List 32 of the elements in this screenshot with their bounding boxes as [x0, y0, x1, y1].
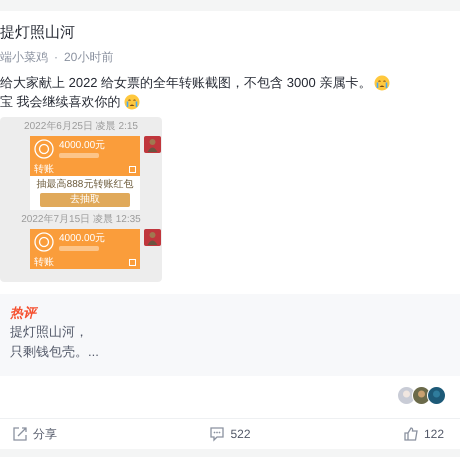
transfer-label: 转账: [34, 257, 54, 268]
comment-text: 提灯照山河，: [10, 323, 88, 341]
hot-comment-label: 热评: [10, 305, 36, 320]
like-button[interactable]: 122: [402, 426, 444, 442]
post-text: 给大家献上 2022 给女票的全年转账截图，不包含 3000 亲属卡。: [0, 74, 372, 92]
post-title[interactable]: 提灯照山河: [0, 23, 75, 43]
separator-dot: ·: [54, 50, 58, 64]
transfer-mark-icon: [129, 259, 136, 266]
transfer-icon: [34, 232, 54, 252]
blurred-note: [59, 153, 99, 158]
avatar-icon: [144, 136, 161, 153]
post-text: 宝 我会继续喜欢你的: [0, 93, 121, 111]
transfer-amount: 4000.00元: [59, 140, 106, 151]
promo-text: 抽最高888元转账红包: [36, 179, 134, 191]
avatar-icon: [144, 229, 161, 246]
crying-face-icon: [374, 74, 390, 90]
transfer-label: 转账: [34, 164, 54, 175]
crying-face-icon: [124, 94, 140, 110]
message-date: 2022年6月25日 凌晨 2:15: [24, 121, 138, 133]
blurred-note: [59, 246, 99, 251]
message-date: 2022年7月15日 凌晨 12:35: [21, 214, 141, 226]
thumbs-up-icon: [402, 426, 419, 442]
comment-icon: [209, 426, 226, 442]
share-button[interactable]: 分享: [12, 426, 57, 442]
comment-text: 只剩钱包壳。...: [10, 343, 99, 361]
transfer-icon: [34, 139, 54, 159]
share-icon: [12, 426, 28, 442]
avatar-icon: [427, 386, 446, 405]
transfer-amount: 4000.00元: [59, 233, 106, 244]
comment-button[interactable]: 522: [209, 426, 250, 442]
transfer-mark-icon: [129, 166, 136, 173]
post-time: 20小时前: [64, 48, 114, 66]
